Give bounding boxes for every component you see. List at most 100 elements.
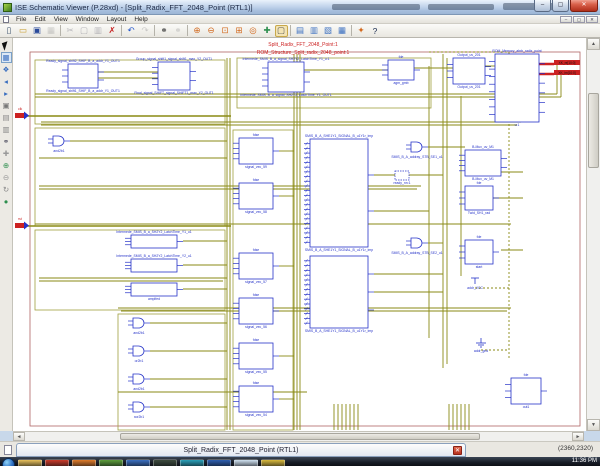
menu-layout[interactable]: Layout	[103, 16, 131, 23]
taskbar-app-red-icon[interactable]	[45, 459, 69, 466]
horizontal-scrollbar[interactable]: ◄ ►	[13, 431, 584, 441]
schematic-block[interactable]: fde out1	[505, 373, 547, 409]
schematic-block[interactable]: fdse signal_vec_58	[233, 178, 279, 214]
taskbar-folder-icon[interactable]	[18, 459, 42, 466]
schematic-block[interactable]: SMIS_B_A_SHE1Y1_SIGNAL_B_u1Y1r_imp SMIS_B…	[304, 134, 374, 252]
marker-icon[interactable]: ●	[1, 196, 12, 207]
copy-view-icon[interactable]: ▣	[1, 100, 12, 111]
schematic-block[interactable]: fdse signal_vec_57	[233, 248, 279, 284]
horizontal-scroll-thumb[interactable]	[120, 433, 480, 440]
maximize-button[interactable]: ▢	[552, 0, 569, 12]
menu-view[interactable]: View	[50, 16, 72, 23]
tab-close-button[interactable]: ✕	[453, 446, 462, 455]
redo-icon[interactable]: ↷	[139, 25, 152, 37]
zoom-in-icon[interactable]: ⊕	[1, 160, 12, 171]
scroll-up-button[interactable]: ▲	[587, 38, 600, 50]
schematic-block[interactable]: fde agm_gmb	[382, 55, 420, 85]
vertical-scrollbar[interactable]: ▲ ▼	[586, 38, 600, 431]
close-button[interactable]: ✕	[570, 0, 598, 12]
save-all-icon[interactable]: ▦	[45, 25, 58, 37]
tab-split-radix-fft[interactable]: Split_Radix_FFT_2048_Point (RTL1) ✕	[16, 443, 466, 457]
schematic-block[interactable]: fdse signal_vec_59	[233, 133, 279, 169]
zoom-box-icon[interactable]: ⊞	[233, 25, 246, 37]
start-button[interactable]	[2, 458, 15, 466]
zoom-area-icon[interactable]: ▦	[0, 52, 12, 63]
input-port[interactable]: clk	[15, 107, 29, 120]
split-horizontal-icon[interactable]: ▤	[1, 112, 12, 123]
zoom-out-icon[interactable]: ⊖	[1, 172, 12, 183]
pin-icon[interactable]: ✚	[1, 148, 12, 159]
menu-help[interactable]: Help	[130, 16, 151, 23]
new-document-icon[interactable]: ▯	[3, 25, 16, 37]
previous-view-icon[interactable]: ◂	[1, 76, 12, 87]
paste-icon[interactable]: ▥	[92, 25, 105, 37]
schematic-block[interactable]: fde start	[459, 235, 499, 269]
zoom-out-icon[interactable]: ⊖	[205, 25, 218, 37]
schematic-block[interactable]: ROM_Memory_abrb_radix_point u:1	[489, 49, 545, 127]
child-minimize-button[interactable]: –	[560, 16, 572, 23]
search-icon[interactable]: ⚭	[1, 136, 12, 147]
cascade-windows-icon[interactable]: ▦	[336, 25, 349, 37]
title-bar[interactable]: ISE Schematic Viewer (P.28xd) - [Split_R…	[0, 0, 600, 15]
schematic-block[interactable]: Ready_signal_shift2_SHIF_B_a_addr_Y1_OUT…	[46, 59, 120, 93]
tile-vertical-icon[interactable]: ▧	[322, 25, 335, 37]
taskbar-app-light-icon[interactable]	[234, 459, 258, 466]
open-folder-icon[interactable]: ▭	[17, 25, 30, 37]
horizontal-scroll-track[interactable]	[25, 432, 572, 441]
find-next-icon[interactable]: ⚭	[172, 25, 185, 37]
help-pointer-icon[interactable]: ?	[369, 25, 382, 37]
pan-view-icon[interactable]: ❖	[1, 64, 12, 75]
pointer-icon[interactable]	[1, 40, 12, 51]
refresh-icon[interactable]: ↻	[1, 184, 12, 195]
schematic-block[interactable]: Intermede_SMIS_B_a_signal_SH2Y2_LatchTim…	[240, 57, 331, 97]
select-area-icon[interactable]: ▢	[274, 24, 288, 37]
delete-icon[interactable]: ✗	[106, 25, 119, 37]
scroll-left-button[interactable]: ◄	[13, 432, 25, 441]
taskbar-ie-icon[interactable]	[207, 459, 231, 466]
vertical-scroll-thumb[interactable]	[588, 93, 599, 168]
schematic-block[interactable]: fdse signal_vec_54	[233, 381, 279, 417]
schematic-block[interactable]: Intermede_SMIS_B_a_SH2Y2_LatchTime_Y2_u1	[116, 254, 192, 273]
taskbar-firefox-icon[interactable]	[72, 459, 96, 466]
copy-icon[interactable]: ▢	[78, 25, 91, 37]
schematic-block[interactable]: Group_signal_shift1_signal_shift1_max_Y2…	[134, 57, 213, 95]
logic-gate[interactable]: and2b1	[48, 135, 70, 153]
logic-gate[interactable]: SMIS_B_A_addray_STB_SE1_u1	[391, 141, 443, 159]
find-icon[interactable]: ⚭	[158, 25, 171, 37]
zoom-in-icon[interactable]: ⊕	[191, 25, 204, 37]
schematic-block[interactable]: fde Twid_SH1_rad	[459, 181, 499, 215]
zoom-prev-icon[interactable]: ◎	[247, 25, 260, 37]
key-icon[interactable]: ✦	[355, 25, 368, 37]
logic-gate[interactable]: or2b1	[128, 345, 150, 363]
scroll-right-button[interactable]: ►	[572, 432, 584, 441]
input-port[interactable]: rst	[15, 217, 29, 230]
menu-window[interactable]: Window	[72, 16, 103, 23]
zoom-full-icon[interactable]: ⊡	[219, 25, 232, 37]
logic-gate[interactable]: SMIS_B_A_addray_STB_SE2_u1	[391, 237, 443, 255]
schematic-drawing[interactable]: Ready_signal_shift2_SHIF_B_a_addr_Y1_OUT…	[13, 38, 586, 431]
schematic-canvas[interactable]: Ready_signal_shift2_SHIF_B_a_addr_Y1_OUT…	[13, 38, 586, 431]
schematic-block[interactable]: fdse signal_vec_56	[233, 293, 279, 329]
schematic-component[interactable]: ready_nn:1	[394, 170, 411, 185]
logic-gate[interactable]: and2b1	[128, 373, 150, 391]
logic-gate[interactable]: and2b1	[128, 317, 150, 335]
child-restore-button[interactable]: ▢	[573, 16, 585, 23]
taskbar-app-dark-icon[interactable]	[153, 459, 177, 466]
menu-edit[interactable]: Edit	[30, 16, 49, 23]
next-view-icon[interactable]: ▸	[1, 88, 12, 99]
schematic-block[interactable]: Output_uv_201 Output_uv_201	[447, 53, 491, 89]
undo-icon[interactable]: ↶	[125, 25, 138, 37]
menu-file[interactable]: File	[12, 16, 30, 23]
new-window-icon[interactable]: ▤	[294, 25, 307, 37]
save-icon[interactable]: ▣	[31, 25, 44, 37]
logic-gate[interactable]: xor2b1	[128, 401, 150, 419]
taskbar-app-teal-icon[interactable]	[180, 459, 204, 466]
taskbar-word-icon[interactable]	[126, 459, 150, 466]
scroll-down-button[interactable]: ▼	[587, 419, 600, 431]
schematic-block[interactable]: fdse signal_vec_55	[233, 338, 279, 374]
taskbar-app-green-icon[interactable]	[99, 459, 123, 466]
schematic-block[interactable]: amplfed	[125, 282, 183, 301]
schematic-block[interactable]: SMIS_B_A_SHE1Y1_SIGNAL_B_u1Y1r_imp	[304, 255, 374, 333]
output-port[interactable]: XK_re[10:0]	[554, 60, 580, 65]
child-close-button[interactable]: ✕	[586, 16, 598, 23]
